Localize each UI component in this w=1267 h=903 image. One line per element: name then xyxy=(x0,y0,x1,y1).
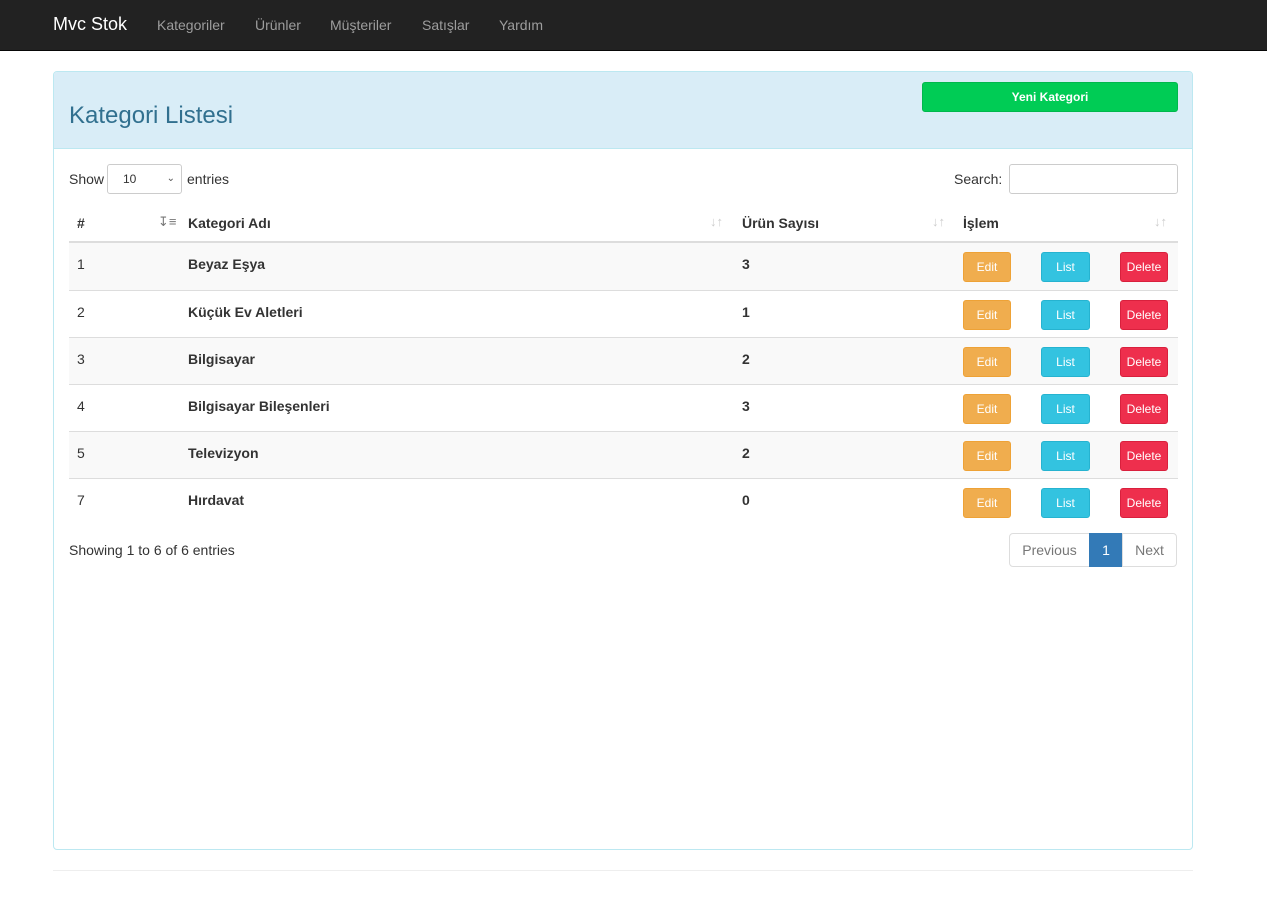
cell-count: 2 xyxy=(742,351,750,367)
delete-button[interactable]: Delete xyxy=(1120,394,1168,424)
nav-item-kategoriler[interactable]: Kategoriler xyxy=(157,17,225,33)
cell-count: 3 xyxy=(742,256,750,272)
category-panel: Kategori Listesi Yeni Kategori Show 10 ⌄… xyxy=(53,71,1193,850)
list-button[interactable]: List xyxy=(1041,394,1090,424)
page-size-select[interactable]: 10 ⌄ xyxy=(107,164,182,194)
search-input[interactable] xyxy=(1009,164,1178,194)
list-button[interactable]: List xyxy=(1041,441,1090,471)
edit-button[interactable]: Edit xyxy=(963,441,1011,471)
delete-button[interactable]: Delete xyxy=(1120,441,1168,471)
next-page-button[interactable]: Next xyxy=(1122,533,1177,567)
footer-divider xyxy=(53,870,1193,871)
show-label: Show xyxy=(69,171,105,187)
cell-name: Hırdavat xyxy=(188,492,245,508)
cell-name: Televizyon xyxy=(188,445,259,461)
cell-count: 0 xyxy=(742,492,750,508)
table-row: 5 Televizyon 2 Edit List Delete xyxy=(69,431,1178,478)
cell-id: 1 xyxy=(77,256,85,272)
cell-id: 5 xyxy=(77,445,85,461)
list-button[interactable]: List xyxy=(1041,300,1090,330)
cell-name: Küçük Ev Aletleri xyxy=(188,304,303,320)
cell-id: 7 xyxy=(77,492,85,508)
chevron-down-icon: ⌄ xyxy=(166,173,175,184)
list-button[interactable]: List xyxy=(1041,252,1090,282)
panel-heading: Kategori Listesi Yeni Kategori xyxy=(54,72,1192,149)
table-row: 7 Hırdavat 0 Edit List Delete xyxy=(69,478,1178,525)
cell-name: Bilgisayar Bileşenleri xyxy=(188,398,330,414)
previous-page-button[interactable]: Previous xyxy=(1009,533,1090,567)
brand[interactable]: Mvc Stok xyxy=(53,14,127,35)
list-button[interactable]: List xyxy=(1041,347,1090,377)
cell-count: 3 xyxy=(742,398,750,414)
search-label: Search: xyxy=(954,171,1003,187)
nav-item-musteriler[interactable]: Müşteriler xyxy=(330,17,391,33)
edit-button[interactable]: Edit xyxy=(963,300,1011,330)
column-header-count[interactable]: Ürün Sayısı xyxy=(742,215,819,231)
edit-button[interactable]: Edit xyxy=(963,252,1011,282)
column-header-id[interactable]: # xyxy=(77,215,85,231)
cell-name: Bilgisayar xyxy=(188,351,255,367)
page-1-button[interactable]: 1 xyxy=(1089,533,1123,567)
sort-icon[interactable]: ↓↑ xyxy=(932,214,945,229)
navbar: Mvc Stok Kategoriler Ürünler Müşteriler … xyxy=(0,0,1267,51)
table-info: Showing 1 to 6 of 6 entries xyxy=(69,542,235,558)
table-row: 2 Küçük Ev Aletleri 1 Edit List Delete xyxy=(69,290,1178,337)
column-header-name[interactable]: Kategori Adı xyxy=(188,215,271,231)
table-row: 4 Bilgisayar Bileşenleri 3 Edit List Del… xyxy=(69,384,1178,431)
nav-item-satislar[interactable]: Satışlar xyxy=(422,17,469,33)
cell-count: 2 xyxy=(742,445,750,461)
column-header-actions[interactable]: İşlem xyxy=(963,215,999,231)
edit-button[interactable]: Edit xyxy=(963,347,1011,377)
page-title: Kategori Listesi xyxy=(69,102,234,129)
cell-name: Beyaz Eşya xyxy=(188,256,266,272)
delete-button[interactable]: Delete xyxy=(1120,347,1168,377)
page-size-value: 10 xyxy=(123,172,137,186)
sort-icon[interactable]: ↓↑ xyxy=(1154,214,1167,229)
cell-id: 3 xyxy=(77,351,85,367)
cell-id: 2 xyxy=(77,304,85,320)
delete-button[interactable]: Delete xyxy=(1120,300,1168,330)
sort-icon[interactable]: ↓↑ xyxy=(710,214,723,229)
new-category-button[interactable]: Yeni Kategori xyxy=(922,82,1178,112)
nav-item-yardim[interactable]: Yardım xyxy=(499,17,543,33)
table-row: 3 Bilgisayar 2 Edit List Delete xyxy=(69,337,1178,384)
delete-button[interactable]: Delete xyxy=(1120,488,1168,518)
list-button[interactable]: List xyxy=(1041,488,1090,518)
edit-button[interactable]: Edit xyxy=(963,488,1011,518)
cell-id: 4 xyxy=(77,398,85,414)
sort-amount-asc-icon[interactable]: ↧≡ xyxy=(158,214,176,230)
nav-item-urunler[interactable]: Ürünler xyxy=(255,17,301,33)
table-row: 1 Beyaz Eşya 3 Edit List Delete xyxy=(69,243,1178,290)
delete-button[interactable]: Delete xyxy=(1120,252,1168,282)
entries-label: entries xyxy=(187,171,230,187)
edit-button[interactable]: Edit xyxy=(963,394,1011,424)
cell-count: 1 xyxy=(742,304,750,320)
